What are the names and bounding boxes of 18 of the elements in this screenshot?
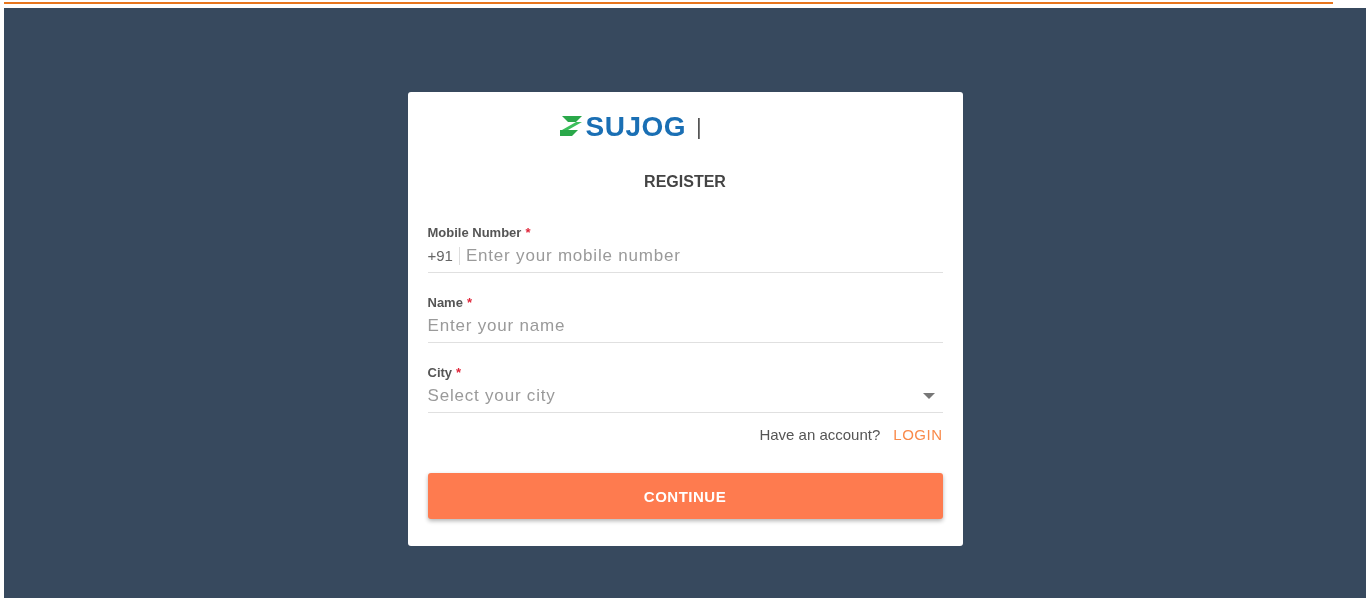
logo-separator: | — [696, 114, 702, 140]
field-label: Mobile Number — [427, 225, 522, 240]
required-mark: * — [466, 295, 472, 310]
continue-button[interactable]: CONTINUE — [427, 473, 943, 519]
field-label: Name — [427, 295, 463, 310]
form-title: REGISTER — [643, 173, 727, 191]
mobile-number-field[interactable]: Enter your mobile number — [465, 246, 943, 266]
required-mark: * — [525, 225, 531, 240]
country-code: +91 — [427, 247, 460, 265]
caret-icon — [922, 393, 935, 399]
required-mark: * — [456, 365, 462, 380]
field-label: City — [427, 365, 453, 380]
account-prompt: Have an account? — [759, 426, 881, 443]
name-field[interactable]: Enter your name — [427, 316, 943, 336]
city-dropdown[interactable]: Select your city — [427, 380, 943, 413]
login-link[interactable]: LOGIN — [893, 426, 943, 443]
logo-icon — [557, 115, 584, 139]
logo-text: SUJOG — [585, 111, 687, 143]
